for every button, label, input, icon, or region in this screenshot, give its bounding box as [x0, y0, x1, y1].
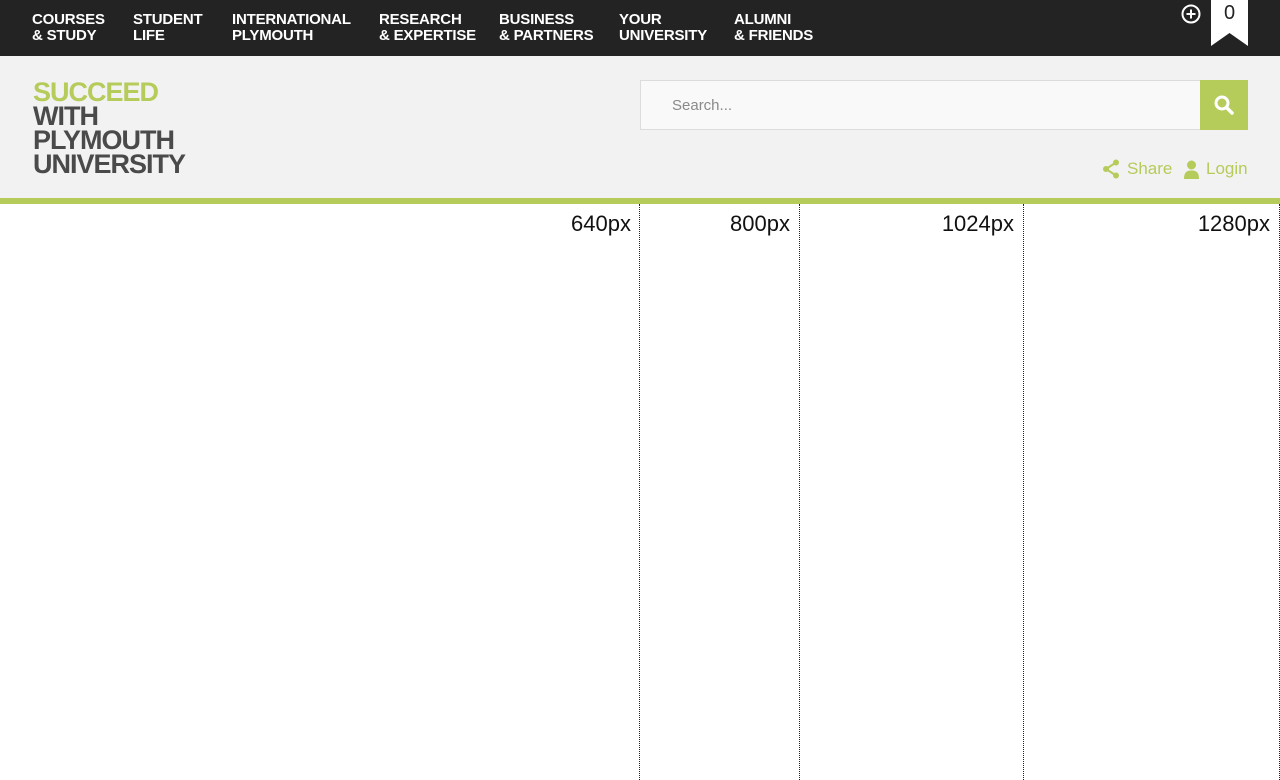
breakpoint-guide-1280: [1024, 204, 1280, 780]
nav-item-line: LIFE: [133, 27, 165, 44]
breakpoint-label: 640px: [571, 211, 631, 236]
nav-item-student-life[interactable]: STUDENT LIFE: [133, 11, 203, 44]
breakpoint-label: 1024px: [941, 211, 1014, 236]
nav-item-alumni-friends[interactable]: ALUMNI & FRIENDS: [734, 12, 813, 44]
search-input[interactable]: [640, 80, 1201, 130]
share-icon: [1103, 159, 1119, 179]
nav-item-line: YOUR: [619, 11, 662, 28]
university-logo[interactable]: SUCCEED WITH PLYMOUTH UNIVERSITY: [33, 79, 186, 179]
login-label: Login: [1206, 159, 1248, 178]
nav-item-line: RESEARCH: [379, 11, 462, 28]
login-button[interactable]: Login: [1184, 158, 1248, 180]
nav-item-line: & PARTNERS: [499, 27, 594, 44]
nav-item-line: PLYMOUTH: [232, 27, 314, 44]
nav-item-line: & EXPERTISE: [379, 27, 476, 44]
share-label: Share: [1127, 159, 1173, 178]
breakpoint-label: 800px: [730, 211, 790, 236]
plus-circle-icon[interactable]: [1181, 4, 1201, 24]
nav-item-your-university[interactable]: YOUR UNIVERSITY: [619, 12, 707, 44]
nav-item-business-partners[interactable]: BUSINESS & PARTNERS: [499, 11, 594, 44]
search-button[interactable]: [1200, 80, 1248, 130]
nav-item-courses-study[interactable]: COURSES & STUDY: [32, 12, 105, 44]
breakpoint-label: 1280px: [1197, 211, 1270, 236]
top-navigation: COURSES & STUDY STUDENT LIFE INTERNATION…: [0, 0, 1280, 56]
nav-item-line: UNIVERSITY: [619, 27, 708, 44]
nav-item-research-expertise[interactable]: RESEARCH & EXPERTISE: [379, 12, 476, 44]
nav-item-line: ALUMNI: [734, 11, 792, 28]
search-icon: [1214, 95, 1234, 115]
user-icon: [1184, 160, 1199, 179]
breakpoint-guide-800: [640, 204, 800, 780]
nav-item-line: BUSINESS: [499, 11, 575, 28]
nav-item-line: STUDENT: [133, 11, 203, 28]
bookmark-icon[interactable]: 0: [1211, 0, 1248, 46]
breakpoint-guide-1024: [800, 204, 1024, 780]
breakpoint-guide-640: [0, 204, 640, 780]
nav-item-line: & FRIENDS: [734, 27, 814, 44]
logo-line: UNIVERSITY: [33, 149, 186, 179]
nav-item-international-plymouth[interactable]: INTERNATIONAL PLYMOUTH: [232, 12, 351, 44]
share-button[interactable]: Share: [1102, 158, 1172, 180]
nav-item-line: & STUDY: [32, 27, 97, 44]
search-form: [640, 80, 1248, 130]
nav-item-line: COURSES: [32, 11, 105, 28]
nav-item-line: INTERNATIONAL: [232, 11, 351, 28]
bookmark-count: 0: [1223, 2, 1236, 24]
